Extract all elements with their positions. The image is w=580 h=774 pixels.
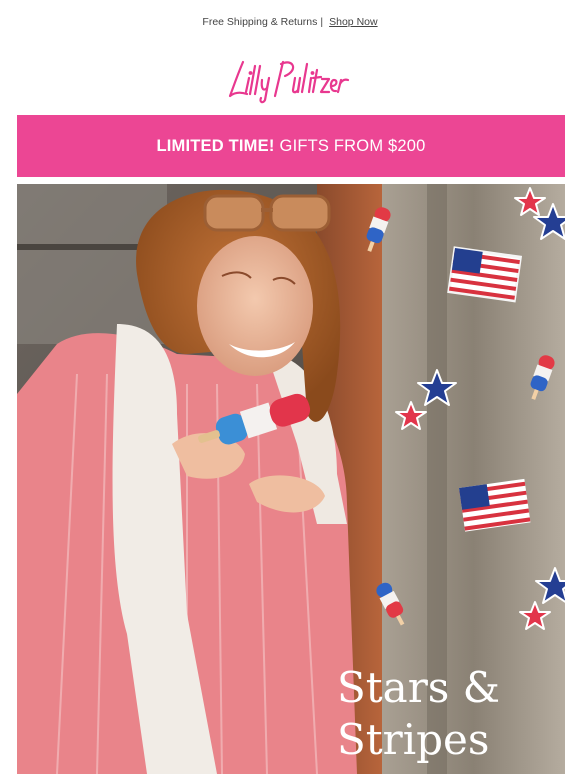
banner-bold-text: LIMITED TIME! <box>156 136 275 155</box>
banner-text: GIFTS FROM $200 <box>279 136 426 155</box>
lilly-pulitzer-logo <box>228 60 350 104</box>
top-bar: Free Shipping & Returns | Shop Now <box>0 0 580 44</box>
brand-logo[interactable] <box>0 48 580 104</box>
hero-image[interactable]: Stars & Stripes <box>17 184 565 774</box>
topbar-separator: | <box>320 16 324 28</box>
shipping-text: Free Shipping & Returns <box>202 16 318 28</box>
promo-banner[interactable]: LIMITED TIME! GIFTS FROM $200 <box>17 115 565 177</box>
shop-now-link[interactable]: Shop Now <box>329 16 377 28</box>
hero-title-line1: Stars & <box>337 663 501 712</box>
hero-title: Stars & Stripes <box>337 662 500 766</box>
hero-title-line2: Stripes <box>337 715 490 764</box>
